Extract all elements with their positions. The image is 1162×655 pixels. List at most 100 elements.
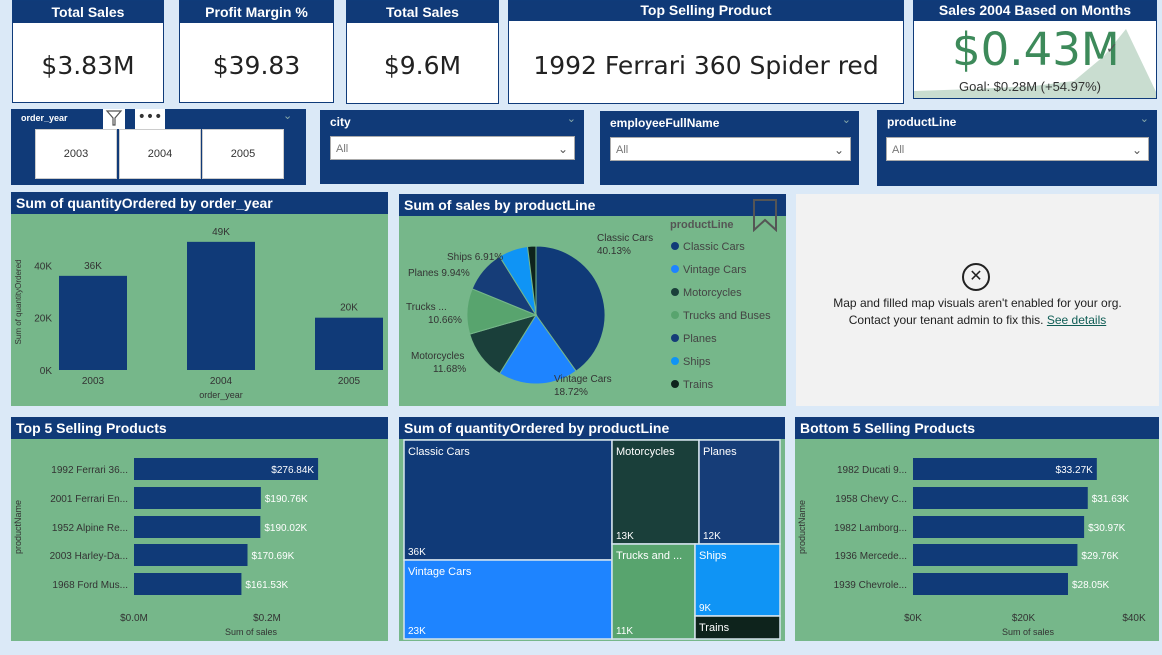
slice-label: Trucks ... <box>406 302 447 313</box>
legend-marker <box>671 334 679 342</box>
data-label: $29.76K <box>1081 551 1119 562</box>
legend-marker <box>671 380 679 388</box>
tile-value: 12K <box>703 531 721 542</box>
slicer-label: city <box>330 115 351 129</box>
category-label: 1952 Alpine Re... <box>52 523 128 534</box>
notice-text: Contact your tenant admin to fix this. <box>848 313 1044 327</box>
bottom5-chart: 1982 Ducati 9... $33.27K 1958 Chevy C... $3… <box>797 458 1146 637</box>
tile-label: Ships <box>699 550 727 562</box>
chevron-down-icon[interactable]: ⌄ <box>283 109 292 122</box>
slice-percent: 40.13% <box>597 246 631 257</box>
tile-value: 13K <box>616 531 634 542</box>
map-disabled-notice: ✕ Map and filled map visuals aren't enab… <box>796 194 1159 406</box>
legend-item: Motorcycles <box>683 287 742 299</box>
slice-percent: 18.72% <box>554 387 588 398</box>
category-label: 2001 Ferrari En... <box>50 494 128 505</box>
data-label: 49K <box>212 227 230 238</box>
slice-percent: 10.66% <box>428 315 462 326</box>
legend-marker <box>671 288 679 296</box>
city-dropdown[interactable]: All ⌄ <box>330 136 575 160</box>
tile-label: Trains <box>699 622 730 634</box>
bar <box>134 544 248 566</box>
kpi-value: $0.43M <box>952 23 1120 76</box>
bar <box>187 241 255 370</box>
x-tick-label: 2003 <box>82 376 105 387</box>
slicer-tile-2004[interactable]: 2004 <box>119 129 201 179</box>
x-tick-label: $0.0M <box>120 613 148 624</box>
tile-label: Motorcycles <box>616 446 675 458</box>
x-tick-label: $0K <box>904 613 922 624</box>
kpi-top-product: Top Selling Product 1992 Ferrari 360 Spi… <box>508 0 904 104</box>
dropdown-value: All <box>892 144 905 156</box>
legend-item: Classic Cars <box>683 241 745 253</box>
data-label: $30.97K <box>1088 523 1126 534</box>
slice-label: Ships 6.91% <box>447 252 503 263</box>
kpi-sales-2004: Sales 2004 Based on Months $0.43M ✓ Goal… <box>913 0 1157 99</box>
data-label: $31.63K <box>1092 494 1130 505</box>
kpi-value: 1992 Ferrari 360 Spider red <box>533 51 879 80</box>
slicer-tile-2003[interactable]: 2003 <box>35 129 117 179</box>
data-label: 20K <box>340 303 358 314</box>
chevron-down-icon: ⌄ <box>557 142 568 156</box>
kpi-value: $9.6M <box>383 51 462 80</box>
data-label: $276.84K <box>271 465 314 476</box>
slice-label: Vintage Cars <box>554 374 612 385</box>
data-label: $190.76K <box>265 494 308 505</box>
qty-by-productline-chart: Classic Cars 36K Vintage Cars 23K Motorcycle… <box>403 439 781 640</box>
category-label: 1936 Mercede... <box>835 551 907 562</box>
tile-value: 23K <box>408 626 426 637</box>
slice-label: Planes 9.94% <box>408 268 470 279</box>
slicer-productline: productLine ⌄ All ⌄ <box>877 110 1157 186</box>
close-circle-icon: ✕ <box>962 263 990 291</box>
bottom5-panel: Bottom 5 Selling Products 1982 Ducati 9.… <box>795 417 1159 641</box>
filter-icon[interactable] <box>103 109 125 129</box>
data-label: $161.53K <box>245 580 288 591</box>
chevron-down-icon: ⌄ <box>833 143 844 157</box>
y-axis-label: Sum of quantityOrdered <box>14 260 23 345</box>
legend-item: Trains <box>683 379 714 391</box>
data-label: $28.05K <box>1072 580 1110 591</box>
category-label: 1958 Chevy C... <box>835 494 907 505</box>
kpi-total-sales-2: Total Sales $9.6M <box>346 0 499 104</box>
top5-chart: 1992 Ferrari 36... $276.84K 2001 Ferrari E… <box>13 458 319 637</box>
bar <box>134 487 261 509</box>
y-tick-label: 20K <box>34 314 52 325</box>
sales-by-productline-panel: Sum of sales by productLine Classic Cars… <box>399 194 786 406</box>
bar <box>913 573 1068 595</box>
category-label: 1968 Ford Mus... <box>52 580 128 591</box>
legend-marker <box>671 357 679 365</box>
bar <box>315 317 383 370</box>
checkmark-icon: ✓ <box>1106 41 1118 57</box>
productline-dropdown[interactable]: All ⌄ <box>886 137 1149 161</box>
see-details-link[interactable]: See details <box>1047 313 1106 327</box>
kpi-title: Top Selling Product <box>509 1 903 21</box>
legend-item: Trucks and Buses <box>683 310 771 322</box>
bar <box>134 573 242 595</box>
notice-line-1: Map and filled map visuals aren't enable… <box>833 296 1122 310</box>
category-label: 1982 Lamborg... <box>834 523 907 534</box>
chevron-up-icon[interactable]: ⌄ <box>1140 112 1149 125</box>
legend-marker <box>671 242 679 250</box>
legend-item: Vintage Cars <box>683 264 747 276</box>
data-label: 36K <box>84 261 102 272</box>
chevron-up-icon[interactable]: ⌄ <box>567 112 576 125</box>
notice-line-2: Contact your tenant admin to fix this. S… <box>796 313 1159 327</box>
bookmark-icon[interactable] <box>752 198 778 236</box>
category-label: 1992 Ferrari 36... <box>51 465 128 476</box>
tile-value: 11K <box>616 626 633 637</box>
chevron-up-icon[interactable]: ⌄ <box>842 113 851 126</box>
tile-label: Planes <box>703 446 737 458</box>
bar <box>134 516 261 538</box>
tile-value: 36K <box>408 547 426 558</box>
dropdown-value: All <box>616 144 629 156</box>
employee-dropdown[interactable]: All ⌄ <box>610 137 851 161</box>
qty-by-year-chart: 0K 20K 40K 36K 2003 49K 2004 20K 2005 order_year S… <box>14 227 383 400</box>
bar <box>913 544 1078 566</box>
slicer-label: employeeFullName <box>610 116 720 130</box>
slicer-label: order_year <box>11 109 99 129</box>
more-options-icon[interactable]: ••• <box>135 109 165 129</box>
slicer-city: city ⌄ All ⌄ <box>320 110 584 184</box>
panel-title: Top 5 Selling Products <box>11 417 388 439</box>
x-tick-label: $0.2M <box>253 613 281 624</box>
slicer-tile-2005[interactable]: 2005 <box>202 129 284 179</box>
